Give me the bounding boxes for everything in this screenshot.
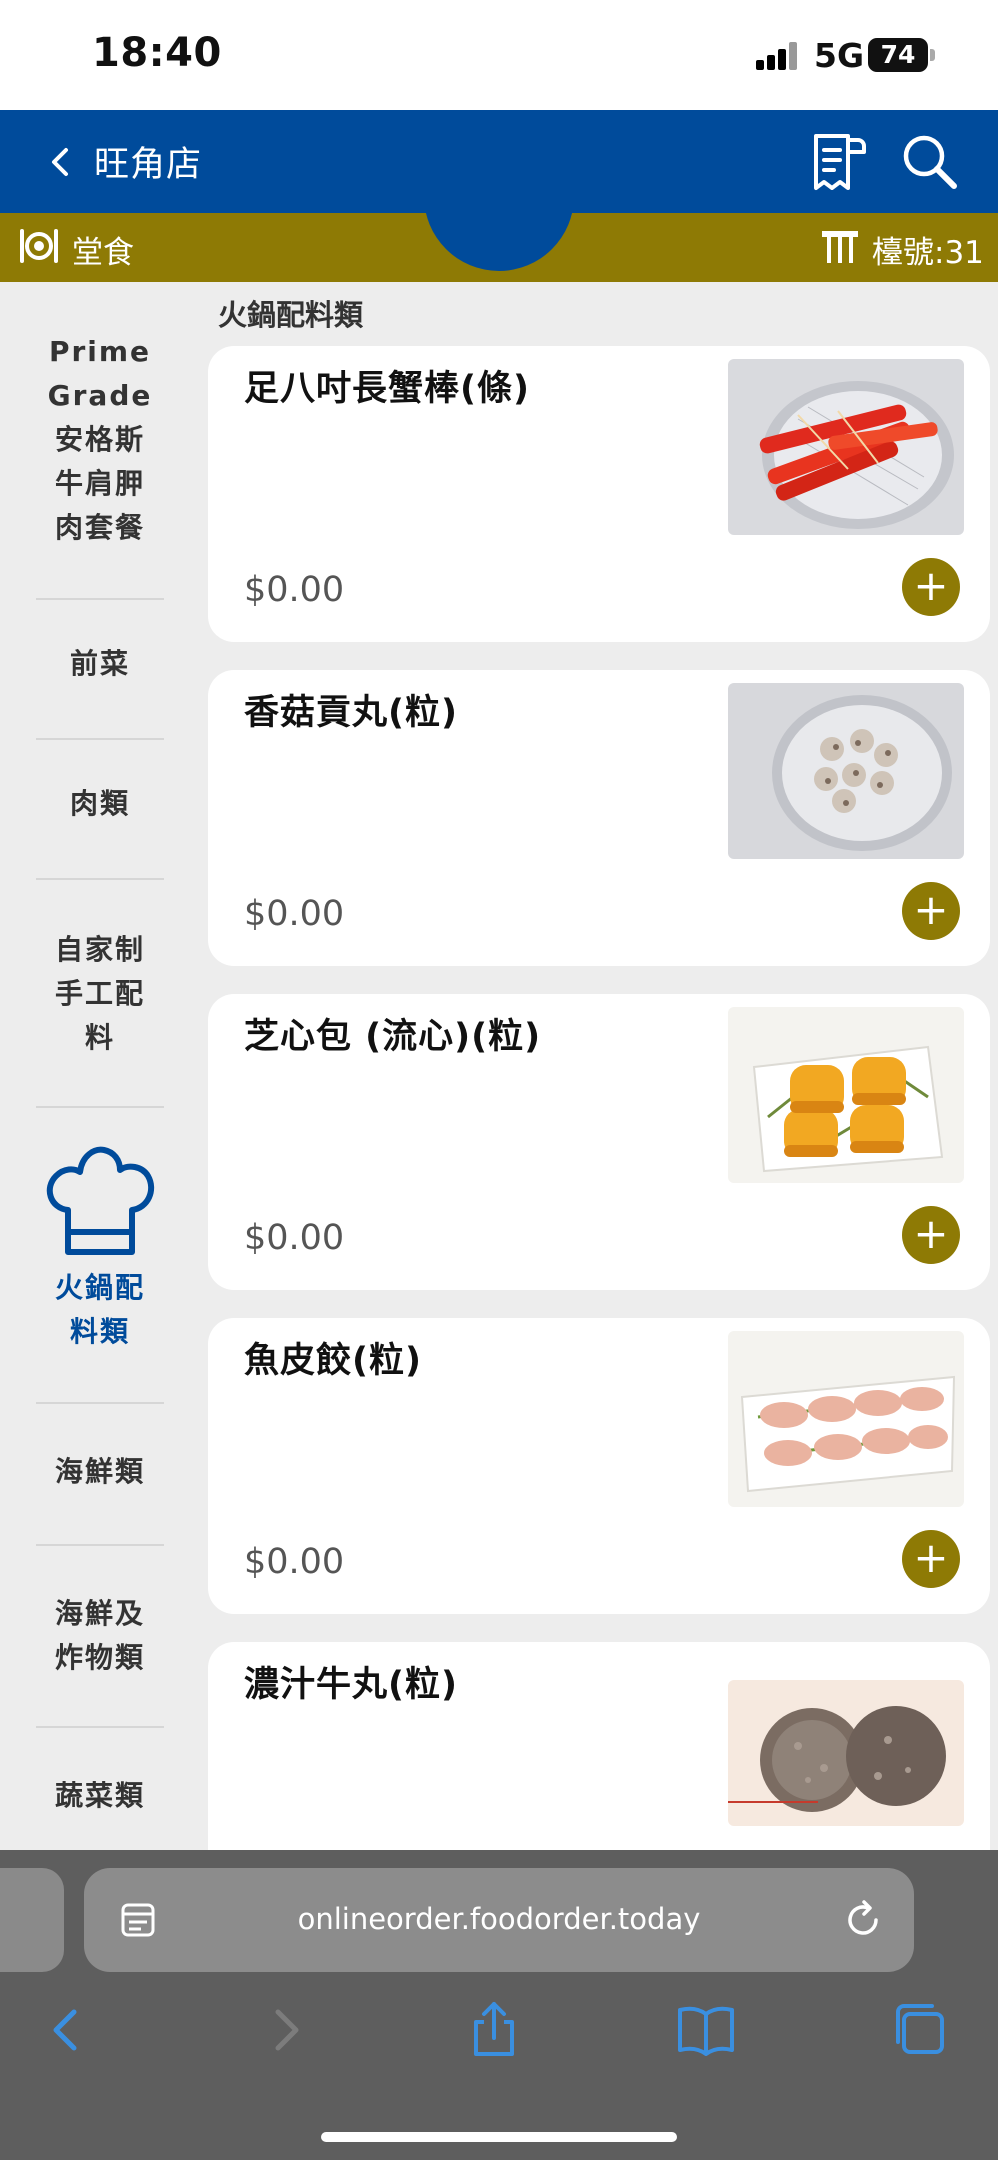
sidebar-item-label: 自家制 bbox=[54, 933, 145, 966]
home-indicator bbox=[321, 2132, 677, 2142]
sidebar-item-appetizers[interactable]: 前菜 bbox=[0, 642, 200, 686]
crab-sticks-photo[interactable] bbox=[728, 359, 964, 535]
sidebar-item-label: 海鮮及 bbox=[54, 1597, 145, 1630]
menu-item-card[interactable]: 芝心包 (流心)(粒) $0.00 + bbox=[208, 994, 990, 1290]
sidebar-item-label: 肉套餐 bbox=[54, 511, 145, 544]
sidebar-item-label: Prime bbox=[48, 335, 152, 368]
receipt-icon bbox=[814, 134, 866, 190]
sidebar-item-label: 料 bbox=[84, 1021, 115, 1054]
sidebar-item-hotpot-ingredients[interactable]: 火鍋配 料類 bbox=[0, 1266, 200, 1354]
previous-tab-preview[interactable] bbox=[0, 1868, 64, 1972]
table-icon bbox=[822, 231, 858, 263]
item-price: $0.00 bbox=[244, 894, 345, 934]
sidebar-item-meat[interactable]: 肉類 bbox=[0, 782, 200, 826]
dine-mode-label: 堂食 bbox=[72, 235, 134, 271]
sidebar-item-label: 火鍋配 bbox=[54, 1271, 145, 1304]
mushroom-balls-photo[interactable] bbox=[728, 683, 964, 859]
item-name: 香菇貢丸(粒) bbox=[244, 693, 458, 733]
sidebar-item-label: 肉類 bbox=[69, 787, 130, 820]
add-item-button[interactable]: + bbox=[902, 882, 960, 940]
category-sidebar: Prime Grade 安格斯 牛肩胛 肉套餐 前菜 肉類 自家制 手工配 料 … bbox=[0, 282, 200, 1850]
store-title: 旺角店 bbox=[94, 145, 203, 185]
share-icon[interactable] bbox=[464, 2000, 524, 2060]
signal-icon bbox=[756, 42, 797, 70]
dine-mode-bar: 堂食 檯號:31 bbox=[0, 213, 998, 282]
browser-forward-icon[interactable] bbox=[254, 2000, 314, 2060]
menu-item-card[interactable]: 足八吋長蟹棒(條) $0.00 + bbox=[208, 346, 990, 642]
battery-icon: 74 bbox=[868, 38, 928, 72]
chevron-left-icon bbox=[52, 148, 68, 176]
sidebar-item-seafood-fried[interactable]: 海鮮及 炸物類 bbox=[0, 1592, 200, 1680]
tabs-icon[interactable] bbox=[890, 2000, 950, 2060]
sidebar-item-label: 牛肩胛 bbox=[54, 467, 145, 500]
address-bar[interactable]: onlineorder.foodorder.today bbox=[84, 1868, 914, 1972]
url-text: onlineorder.foodorder.today bbox=[297, 1902, 701, 1936]
item-name: 芝心包 (流心)(粒) bbox=[244, 1017, 542, 1057]
sidebar-item-label: 手工配 bbox=[54, 977, 145, 1010]
status-time: 18:40 bbox=[92, 30, 222, 76]
divider bbox=[36, 738, 164, 740]
sidebar-item-label: 炸物類 bbox=[54, 1641, 145, 1674]
add-item-button[interactable]: + bbox=[902, 558, 960, 616]
status-bar: 18:40 5G 74 bbox=[0, 0, 998, 110]
menu-item-card[interactable]: 魚皮餃(粒) $0.00 + bbox=[208, 1318, 990, 1614]
battery-tip bbox=[930, 49, 935, 61]
browser-back-icon[interactable] bbox=[38, 2000, 98, 2060]
app-header: 旺角店 bbox=[0, 110, 998, 213]
beef-balls-photo[interactable] bbox=[728, 1680, 964, 1826]
sidebar-item-homemade[interactable]: 自家制 手工配 料 bbox=[0, 928, 200, 1060]
network-label: 5G bbox=[814, 36, 865, 75]
reload-icon[interactable] bbox=[842, 1898, 884, 1940]
sidebar-item-label: 海鮮類 bbox=[54, 1455, 145, 1488]
add-item-button[interactable]: + bbox=[902, 1206, 960, 1264]
sidebar-item-label: Grade bbox=[47, 379, 153, 412]
sidebar-item-label: 料類 bbox=[69, 1315, 130, 1348]
table-number: 檯號:31 bbox=[872, 235, 984, 271]
bookmarks-icon[interactable] bbox=[676, 2000, 736, 2060]
item-price: $0.00 bbox=[244, 1542, 345, 1582]
add-item-button[interactable]: + bbox=[902, 1530, 960, 1588]
item-price: $0.00 bbox=[244, 570, 345, 610]
sidebar-item-seafood[interactable]: 海鮮類 bbox=[0, 1450, 200, 1494]
item-price: $0.00 bbox=[244, 1218, 345, 1258]
section-title: 火鍋配料類 bbox=[218, 298, 364, 332]
sidebar-item-label: 前菜 bbox=[69, 647, 130, 680]
menu-item-card[interactable]: 香菇貢丸(粒) $0.00 + bbox=[208, 670, 990, 966]
plate-cutlery-icon bbox=[20, 229, 58, 263]
sidebar-item-label: 安格斯 bbox=[54, 423, 145, 456]
menu-item-card[interactable]: 濃汁牛丸(粒) bbox=[208, 1642, 990, 1850]
divider bbox=[36, 1106, 164, 1108]
back-button[interactable] bbox=[36, 134, 92, 190]
cheese-buns-photo[interactable] bbox=[728, 1007, 964, 1183]
sidebar-item-prime-grade[interactable]: Prime Grade 安格斯 牛肩胛 肉套餐 bbox=[0, 330, 200, 550]
item-name: 魚皮餃(粒) bbox=[244, 1341, 422, 1381]
item-name: 足八吋長蟹棒(條) bbox=[244, 369, 530, 409]
sidebar-item-label: 蔬菜類 bbox=[54, 1779, 145, 1812]
search-icon bbox=[903, 135, 957, 189]
divider bbox=[36, 878, 164, 880]
divider bbox=[36, 598, 164, 600]
search-button[interactable] bbox=[898, 130, 962, 194]
fish-dumplings-photo[interactable] bbox=[728, 1331, 964, 1507]
sidebar-item-vegetables[interactable]: 蔬菜類 bbox=[0, 1774, 200, 1818]
browser-toolbar: onlineorder.foodorder.today bbox=[0, 1850, 998, 2160]
divider bbox=[36, 1544, 164, 1546]
divider bbox=[36, 1402, 164, 1404]
order-list-button[interactable] bbox=[808, 130, 868, 194]
header-tab-notch bbox=[424, 213, 574, 271]
menu-item-list: 足八吋長蟹棒(條) $0.00 + 香菇貢丸(粒) $0.00 + 芝心包 (流… bbox=[208, 346, 990, 1850]
chef-hat-icon bbox=[46, 1146, 155, 1255]
divider bbox=[36, 1726, 164, 1728]
item-name: 濃汁牛丸(粒) bbox=[244, 1665, 458, 1705]
